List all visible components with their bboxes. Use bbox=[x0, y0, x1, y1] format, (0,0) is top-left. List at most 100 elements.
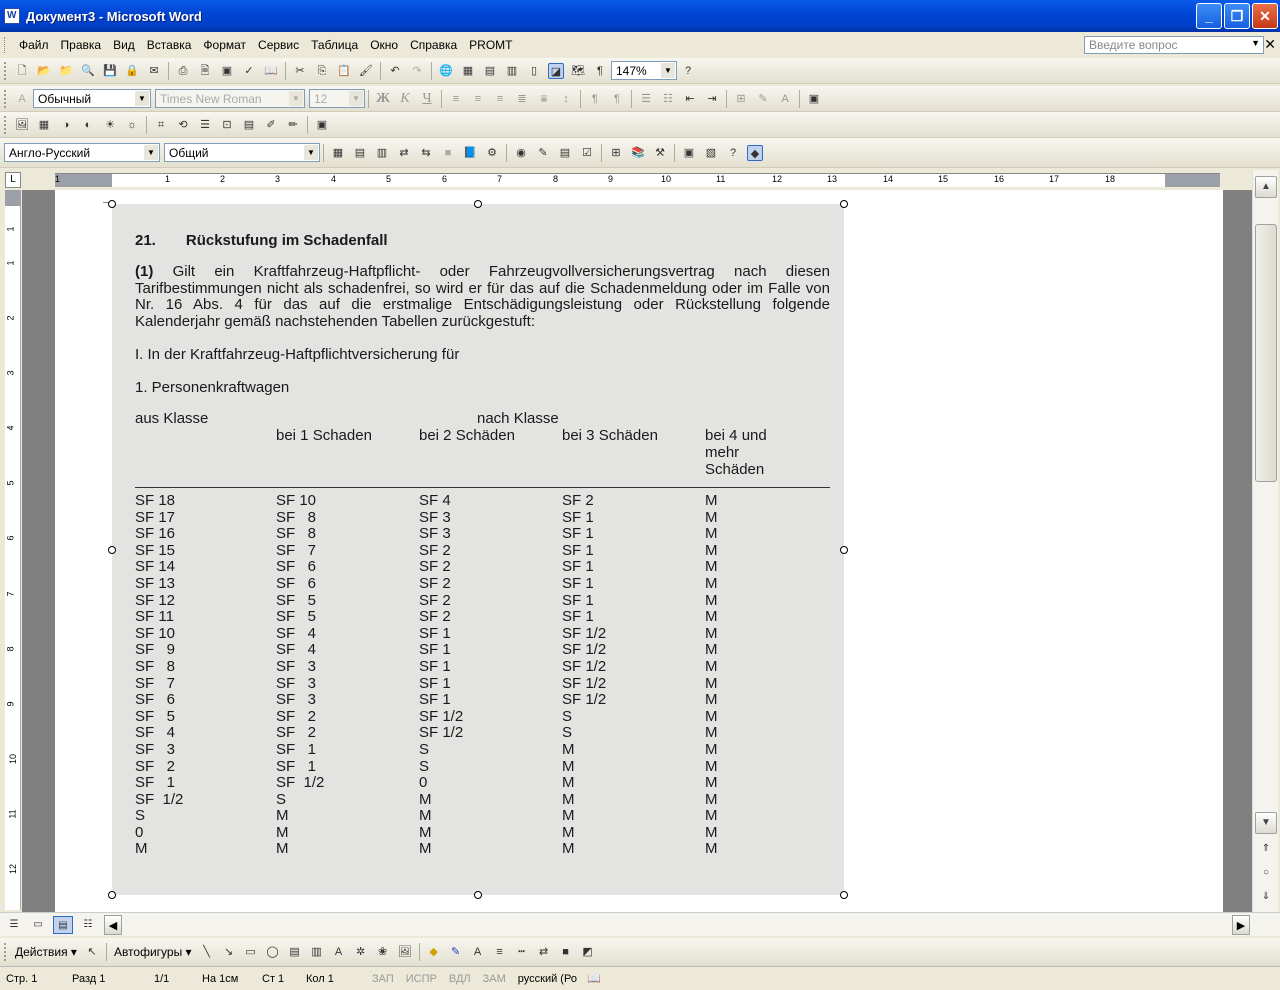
print-preview-icon[interactable]: 🗎 bbox=[197, 63, 213, 79]
translate-icon[interactable]: ▦ bbox=[330, 145, 346, 161]
wordart-icon[interactable]: A bbox=[331, 944, 347, 960]
ask-question-input[interactable]: Введите вопрос bbox=[1084, 36, 1264, 54]
redo-icon[interactable]: ↷ bbox=[409, 63, 425, 79]
select-objects-icon[interactable]: ↖ bbox=[84, 944, 100, 960]
print-layout-icon[interactable]: ▤ bbox=[53, 916, 73, 934]
shadow-icon[interactable]: ■ bbox=[558, 944, 574, 960]
scroll-thumb[interactable] bbox=[1255, 224, 1277, 482]
question-icon[interactable]: ? bbox=[725, 145, 741, 161]
less-brightness-icon[interactable]: ☼ bbox=[124, 117, 140, 133]
zoom-select[interactable]: 147% ▼ bbox=[611, 61, 677, 80]
decrease-indent-icon[interactable]: ⇤ bbox=[682, 91, 698, 107]
text-box-icon[interactable]: ▤ bbox=[287, 944, 303, 960]
italic-button[interactable]: К bbox=[397, 91, 413, 107]
line-style-icon[interactable]: ☰ bbox=[197, 117, 213, 133]
format-painter-icon[interactable]: 🖌 bbox=[358, 63, 374, 79]
tools-icon[interactable]: ⚒ bbox=[652, 145, 668, 161]
status-rec[interactable]: ЗАП bbox=[366, 973, 400, 985]
cut-icon[interactable]: ✂ bbox=[292, 63, 308, 79]
crop-icon[interactable]: ⌗ bbox=[153, 117, 169, 133]
oval-icon[interactable]: ◯ bbox=[265, 944, 281, 960]
numbering-icon[interactable]: ☰ bbox=[638, 91, 654, 107]
compress-icon[interactable]: ⊡ bbox=[219, 117, 235, 133]
word-app-icon[interactable] bbox=[4, 8, 20, 24]
bullets-icon[interactable]: ☷ bbox=[660, 91, 676, 107]
insert-excel-icon[interactable]: ▥ bbox=[504, 63, 520, 79]
translation-direction-select[interactable]: Англо-Русский ▼ bbox=[4, 143, 160, 162]
insert-picture-icon[interactable]: 🖼 bbox=[14, 117, 30, 133]
menu-tools[interactable]: Сервис bbox=[252, 36, 305, 54]
next-page-icon[interactable]: ⇓ bbox=[1257, 888, 1275, 906]
columns-icon[interactable]: ▯ bbox=[526, 63, 542, 79]
resize-handle[interactable] bbox=[108, 546, 116, 554]
clipart-icon[interactable]: ❀ bbox=[375, 944, 391, 960]
color-icon[interactable]: ▦ bbox=[36, 117, 52, 133]
folder-icon[interactable]: 📁 bbox=[58, 63, 74, 79]
translate-document-icon[interactable]: ▤ bbox=[352, 145, 368, 161]
status-ext[interactable]: ВДЛ bbox=[443, 973, 477, 985]
rtl-icon[interactable]: ¶ bbox=[609, 91, 625, 107]
images-icon[interactable]: ▧ bbox=[703, 145, 719, 161]
undo-icon[interactable]: ↶ bbox=[387, 63, 403, 79]
status-trk[interactable]: ИСПР bbox=[400, 973, 443, 985]
list-icon[interactable]: ▤ bbox=[557, 145, 573, 161]
resize-handle[interactable] bbox=[108, 891, 116, 899]
research-book-icon[interactable]: 📖 bbox=[263, 63, 279, 79]
line-icon[interactable]: ╲ bbox=[199, 944, 215, 960]
menu-window[interactable]: Окно bbox=[364, 36, 404, 54]
spelling-status-icon[interactable]: 📖 bbox=[586, 971, 602, 987]
maximize-button[interactable]: ❐ bbox=[1224, 3, 1250, 29]
resize-handle[interactable] bbox=[840, 200, 848, 208]
tables-borders-icon[interactable]: ▦ bbox=[460, 63, 476, 79]
insert-table-icon[interactable]: ▤ bbox=[482, 63, 498, 79]
menu-table[interactable]: Таблица bbox=[305, 36, 364, 54]
text-wrapping-icon[interactable]: ▤ bbox=[241, 117, 257, 133]
resize-handle[interactable] bbox=[840, 891, 848, 899]
hyperlink-icon[interactable]: 🌐 bbox=[438, 63, 454, 79]
minimize-button[interactable]: _ bbox=[1196, 3, 1222, 29]
scroll-right-button[interactable]: ▶ bbox=[1232, 915, 1250, 935]
copy-icon[interactable]: ⎘ bbox=[314, 63, 330, 79]
status-ovr[interactable]: ЗАМ bbox=[477, 973, 512, 985]
line-color-icon[interactable]: ✎ bbox=[448, 944, 464, 960]
align-left-icon[interactable]: ≡ bbox=[448, 91, 464, 107]
format-picture-icon[interactable]: ✐ bbox=[263, 117, 279, 133]
bold-button[interactable]: Ж bbox=[375, 91, 391, 107]
line-style-icon[interactable]: ≡ bbox=[492, 944, 508, 960]
open-icon[interactable]: 📂 bbox=[36, 63, 52, 79]
menu-view[interactable]: Вид bbox=[107, 36, 141, 54]
vertical-scrollbar[interactable]: ▲ ▼ ⇑ ○ ⇓ bbox=[1252, 170, 1278, 912]
translate-paragraph-icon[interactable]: ⇄ bbox=[396, 145, 412, 161]
scroll-down-button[interactable]: ▼ bbox=[1255, 812, 1277, 834]
promt-active-icon[interactable]: ◆ bbox=[747, 144, 763, 161]
diagram-icon[interactable]: ✲ bbox=[353, 944, 369, 960]
permission-icon[interactable]: 🔒 bbox=[124, 63, 140, 79]
menu-edit[interactable]: Правка bbox=[55, 36, 108, 54]
justify-icon[interactable]: ≣ bbox=[514, 91, 530, 107]
menu-promt[interactable]: PROMT bbox=[463, 36, 518, 54]
toolbar-grip[interactable] bbox=[4, 115, 7, 134]
translate-selection-icon[interactable]: ▥ bbox=[374, 145, 390, 161]
actions-menu[interactable]: Действия ▾ bbox=[11, 945, 81, 959]
profile-icon[interactable]: ◉ bbox=[513, 145, 529, 161]
show-hide-icon[interactable]: ¶ bbox=[592, 63, 608, 79]
font-select[interactable]: Times New Roman ▼ bbox=[155, 89, 305, 108]
arrow-style-icon[interactable]: ⇄ bbox=[536, 944, 552, 960]
arrow-icon[interactable]: ↘ bbox=[221, 944, 237, 960]
dictionary-select[interactable]: Общий ▼ bbox=[164, 143, 320, 162]
spelling-icon[interactable]: ✓ bbox=[241, 63, 257, 79]
resize-handle[interactable] bbox=[840, 546, 848, 554]
dictionary-icon[interactable]: 📘 bbox=[462, 145, 478, 161]
font-color-icon[interactable]: A bbox=[777, 91, 793, 107]
ltr-icon[interactable]: ¶ bbox=[587, 91, 603, 107]
highlight-icon[interactable]: ✎ bbox=[755, 91, 771, 107]
scroll-up-button[interactable]: ▲ bbox=[1255, 176, 1277, 198]
resize-handle[interactable] bbox=[108, 200, 116, 208]
vertical-text-icon[interactable]: ▥ bbox=[309, 944, 325, 960]
vertical-ruler[interactable]: 1 1 2 3 4 5 6 7 8 9 10 11 12 bbox=[5, 190, 21, 910]
3d-icon[interactable]: ◩ bbox=[580, 944, 596, 960]
options-icon[interactable]: ⚙ bbox=[484, 145, 500, 161]
borders-icon[interactable]: ⊞ bbox=[733, 91, 749, 107]
more-brightness-icon[interactable]: ☀ bbox=[102, 117, 118, 133]
translation-stop-icon[interactable]: ■ bbox=[440, 145, 456, 161]
